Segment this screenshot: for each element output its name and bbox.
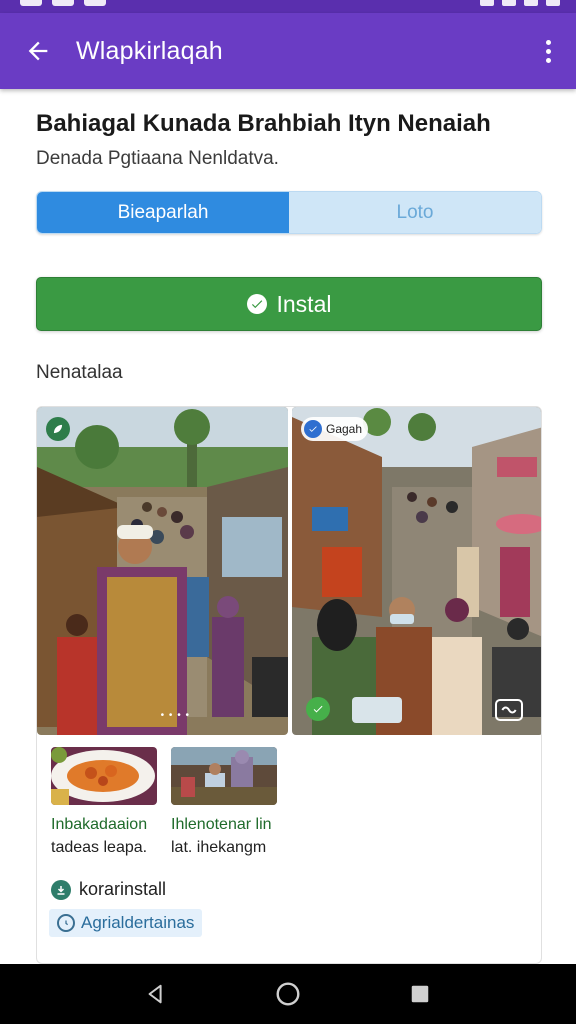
tab-switcher: Bieaparlah Loto xyxy=(36,191,542,234)
screenshot-chip: Gagah xyxy=(301,417,369,441)
thumbnail-1-title: Inbakadaaion xyxy=(51,816,148,833)
nav-back-button[interactable] xyxy=(136,974,176,1014)
developer-name: Denada Pgtiaana Nenldatva. xyxy=(36,148,279,169)
install-button[interactable]: Instal xyxy=(36,277,542,331)
thumbnail-food[interactable] xyxy=(51,747,157,805)
status-icons-left xyxy=(20,0,106,8)
screenshot-street-market[interactable]: Gagah xyxy=(292,407,541,735)
category-chip-label: Agrialdertainas xyxy=(81,913,195,932)
tab-other[interactable]: Loto xyxy=(289,192,541,233)
check-circle-icon xyxy=(246,294,267,314)
check-icon xyxy=(304,420,322,438)
screenshot-market-crowd[interactable]: • • • • xyxy=(37,407,288,735)
play-icon[interactable] xyxy=(306,697,330,721)
leaf-icon xyxy=(46,417,70,441)
thumbnail-people[interactable] xyxy=(171,747,277,805)
category-chip[interactable]: Agrialdertainas xyxy=(49,909,203,937)
people-image xyxy=(171,747,277,805)
app-bar-title: Wlapkirlaqah xyxy=(76,36,223,65)
market-crowd-image xyxy=(37,407,288,735)
tab-details[interactable]: Bieaparlah xyxy=(37,192,289,233)
thumbnail-2-title: Ihlenotenar lin xyxy=(171,816,272,833)
screenshot-chip-label: Gagah xyxy=(326,422,363,436)
system-nav-bar xyxy=(0,964,576,1024)
back-button[interactable] xyxy=(0,13,76,89)
app-name: Bahiagal Kunada Brahbiah Ityn Nenaiah xyxy=(36,110,491,137)
arrow-left-icon xyxy=(28,41,48,61)
screenshots-card: • • • • Gagah Inbakadaaion tadeas leapa.… xyxy=(36,406,542,964)
nav-recents-icon xyxy=(411,985,429,1003)
thumbnail-text-2: Ihlenotenar lin lat. ihekangm xyxy=(171,813,289,859)
download-icon xyxy=(51,879,71,900)
app-bar: Wlapkirlaqah xyxy=(0,13,576,89)
more-vert-icon xyxy=(545,39,551,63)
nav-home-icon xyxy=(276,982,300,1006)
status-icons-right xyxy=(480,0,560,8)
overflow-menu-button[interactable] xyxy=(520,13,576,89)
thumbnail-1-subtitle: tadeas leapa. xyxy=(51,839,148,856)
clock-icon xyxy=(57,914,75,932)
app-header: Bahiagal Kunada Brahbiah Ityn Nenaiah De… xyxy=(36,110,542,170)
video-icon[interactable] xyxy=(495,699,523,721)
thumbnail-2-subtitle: lat. ihekangm xyxy=(171,839,267,856)
nav-recents-button[interactable] xyxy=(400,974,440,1014)
nav-back-icon xyxy=(148,984,162,1004)
screenshot-caption: • • • • xyxy=(160,710,190,721)
install-count-row: korarinstall xyxy=(51,879,166,900)
nav-home-button[interactable] xyxy=(268,974,308,1014)
street-market-image xyxy=(292,407,541,735)
install-label: Instal xyxy=(276,290,332,317)
thumbnail-text-1: Inbakadaaion tadeas leapa. xyxy=(51,813,169,859)
section-title: Nenatalaa xyxy=(36,362,123,383)
status-bar xyxy=(0,0,576,13)
food-image xyxy=(51,747,157,805)
install-count-label: korarinstall xyxy=(79,879,167,899)
